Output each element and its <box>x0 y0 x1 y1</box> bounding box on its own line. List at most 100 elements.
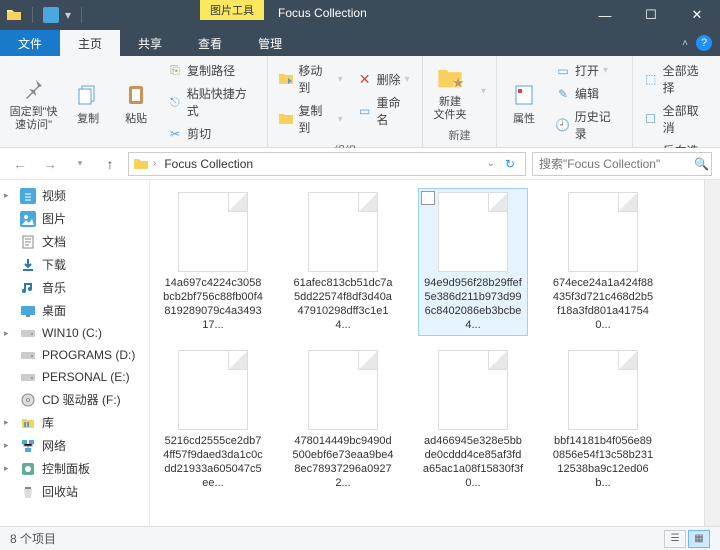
move-to-button[interactable]: 移动到 ▾ <box>274 60 346 98</box>
file-thumbnail <box>308 192 378 272</box>
edit-button[interactable]: ✎编辑 <box>551 83 626 104</box>
file-list[interactable]: 14a697c4224c3058bcb2bf756c88fb00f4819289… <box>150 180 704 526</box>
selectnone-icon: ☐ <box>643 111 659 127</box>
tree-item[interactable]: ▸库 <box>0 411 149 434</box>
ribbon-tabs: 文件 主页 共享 查看 管理 ˄ ? <box>0 30 720 56</box>
file-item[interactable]: bbf14181b4f056e890856e54f13c58b23112538b… <box>548 346 658 494</box>
chevron-down-icon: ▾ <box>603 65 608 76</box>
tree-item[interactable]: ▸ 网络 <box>0 434 149 457</box>
paste-button[interactable]: 粘贴 <box>113 77 159 128</box>
drive-icon <box>20 369 36 385</box>
app-icon <box>43 7 59 23</box>
pin-icon <box>18 72 50 104</box>
maximize-button[interactable]: ☐ <box>628 0 674 30</box>
tree-item[interactable]: ▸控制面板 <box>0 457 149 480</box>
tree-item[interactable]: PROGRAMS (D:) <box>0 344 149 366</box>
file-item[interactable]: 5216cd2555ce2db74ff57f9daed3da1c0cdd2193… <box>158 346 268 494</box>
tree-item[interactable]: ▸视频 <box>0 184 149 207</box>
refresh-button[interactable]: ↻ <box>499 157 521 171</box>
open-button[interactable]: ▭打开 ▾ <box>551 60 626 81</box>
file-item[interactable]: ad466945e328e5bbde0cddd4ce85af3fda65ac1a… <box>418 346 528 494</box>
breadcrumb[interactable]: › Focus Collection ⌄ ↻ <box>128 152 526 176</box>
file-item[interactable]: 478014449bc9490d500ebf6e73eaa9be48ec7893… <box>288 346 398 494</box>
delete-button[interactable]: ✕删除 ▾ <box>353 69 416 90</box>
drive-icon <box>20 347 36 363</box>
tab-home[interactable]: 主页 <box>60 30 120 56</box>
properties-button[interactable]: 属性 <box>501 77 547 128</box>
tree-item[interactable]: PERSONAL (E:) <box>0 366 149 388</box>
file-name: ad466945e328e5bbde0cddd4ce85af3fda65ac1a… <box>422 434 524 490</box>
search-input[interactable] <box>539 157 694 171</box>
copy-to-button[interactable]: 复制到 ▾ <box>274 100 346 138</box>
moveto-icon <box>278 71 294 87</box>
tree-item[interactable]: 回收站 <box>0 480 149 503</box>
tab-file[interactable]: 文件 <box>0 30 60 56</box>
downloads-icon <box>20 257 36 273</box>
tree-label: 回收站 <box>42 483 78 500</box>
expand-icon[interactable]: ▸ <box>4 463 14 474</box>
collapse-ribbon-icon[interactable]: ˄ <box>682 38 688 49</box>
expand-icon[interactable]: ▸ <box>4 190 14 201</box>
tree-item[interactable]: CD 驱动器 (F:) <box>0 388 149 411</box>
tree-item[interactable]: ▸WIN10 (C:) <box>0 322 149 344</box>
copy-button[interactable]: 复制 <box>65 77 111 128</box>
tab-manage[interactable]: 管理 <box>240 30 300 56</box>
expand-icon[interactable]: ▸ <box>4 328 14 339</box>
ribbon: 固定到"快 速访问" 复制 粘贴 ⎘复制路径 ⎋粘贴快捷方式 ✂剪切 剪贴板 <box>0 56 720 148</box>
nav-tree[interactable]: ▸视频图片文档下载音乐桌面▸WIN10 (C:)PROGRAMS (D:)PER… <box>0 180 150 526</box>
search-icon[interactable]: 🔍 <box>694 157 709 171</box>
paste-shortcut-button[interactable]: ⎋粘贴快捷方式 <box>163 83 261 121</box>
icons-view-button[interactable]: ▦ <box>688 530 710 548</box>
help-button[interactable]: ? <box>696 35 712 51</box>
minimize-button[interactable]: — <box>582 0 628 30</box>
file-item[interactable]: 61afec813cb51dc7a5dd22574f8df3d40a479102… <box>288 188 398 336</box>
tree-item[interactable]: 下载 <box>0 253 149 276</box>
expand-icon[interactable]: ▸ <box>4 417 14 428</box>
expand-icon[interactable]: ▸ <box>4 440 14 451</box>
tree-item[interactable]: 音乐 <box>0 276 149 299</box>
shortcut-icon: ⎋ <box>167 94 183 110</box>
tree-label: 文档 <box>42 233 66 250</box>
forward-button[interactable]: → <box>38 152 62 176</box>
pin-button[interactable]: 固定到"快 速访问" <box>4 70 63 134</box>
search-box[interactable]: 🔍 <box>532 152 712 176</box>
tree-item[interactable]: 图片 <box>0 207 149 230</box>
new-folder-button[interactable]: ★ 新建 文件夹 <box>427 60 473 124</box>
back-button[interactable]: ← <box>8 152 32 176</box>
details-view-button[interactable]: ☰ <box>664 530 686 548</box>
file-item[interactable]: 94e9d956f28b29ffef5e386d211b973d996c8402… <box>418 188 528 336</box>
up-button[interactable]: ↑ <box>98 152 122 176</box>
file-name: 14a697c4224c3058bcb2bf756c88fb00f4819289… <box>162 276 264 332</box>
copy-path-button[interactable]: ⎘复制路径 <box>163 60 261 81</box>
file-item[interactable]: 674ece24a1a424f88435f3d721c468d2b5f18a3f… <box>548 188 658 336</box>
checkbox[interactable] <box>421 191 435 205</box>
file-item[interactable]: 14a697c4224c3058bcb2bf756c88fb00f4819289… <box>158 188 268 336</box>
rename-button[interactable]: ▭重命名 <box>353 92 416 130</box>
network-icon <box>20 438 36 454</box>
cut-icon: ✂ <box>167 126 183 142</box>
video-icon <box>20 188 36 204</box>
cd-icon <box>20 392 36 408</box>
tree-item[interactable]: 文档 <box>0 230 149 253</box>
breadcrumb-item[interactable]: Focus Collection <box>160 155 257 173</box>
scrollbar[interactable] <box>704 180 720 526</box>
chevron-down-icon[interactable]: ⌄ <box>487 158 495 169</box>
close-button[interactable]: ✕ <box>674 0 720 30</box>
file-name: 5216cd2555ce2db74ff57f9daed3da1c0cdd2193… <box>162 434 264 490</box>
window-controls: — ☐ ✕ <box>582 0 720 30</box>
status-bar: 8 个项目 ☰ ▦ <box>0 526 720 550</box>
tree-label: 网络 <box>42 437 66 454</box>
file-thumbnail <box>178 350 248 430</box>
tab-view[interactable]: 查看 <box>180 30 240 56</box>
cut-button[interactable]: ✂剪切 <box>163 123 261 144</box>
delete-icon: ✕ <box>357 71 373 87</box>
chevron-down-icon[interactable]: ▾ <box>477 82 490 101</box>
recent-button[interactable]: ▾ <box>68 152 92 176</box>
chevron-right-icon[interactable]: › <box>153 158 156 169</box>
select-none-button[interactable]: ☐全部取消 <box>639 100 714 138</box>
select-all-button[interactable]: ⬚全部选择 <box>639 60 714 98</box>
history-button[interactable]: 🕘历史记录 <box>551 106 626 144</box>
tree-item[interactable]: 桌面 <box>0 299 149 322</box>
file-thumbnail <box>438 192 508 272</box>
tab-share[interactable]: 共享 <box>120 30 180 56</box>
